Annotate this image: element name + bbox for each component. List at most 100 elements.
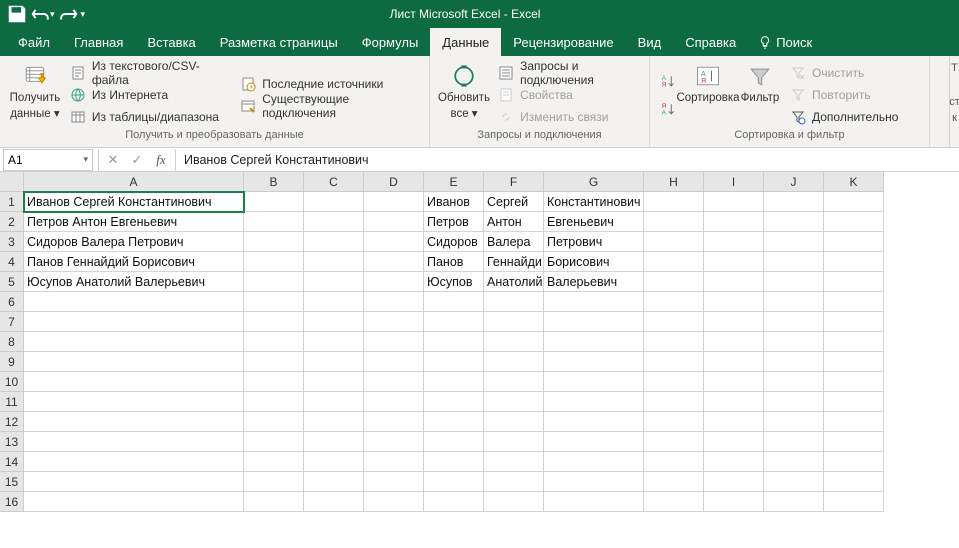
cell[interactable] (484, 452, 544, 472)
cell[interactable] (764, 252, 824, 272)
ribbon-tab-3[interactable]: Разметка страницы (208, 28, 350, 56)
cell[interactable] (824, 452, 884, 472)
cell[interactable] (704, 492, 764, 512)
cell[interactable] (704, 292, 764, 312)
cell[interactable] (824, 252, 884, 272)
cell[interactable] (364, 452, 424, 472)
row-header[interactable]: 1 (0, 192, 24, 212)
cell[interactable] (364, 472, 424, 492)
cell[interactable] (704, 312, 764, 332)
cell[interactable] (764, 332, 824, 352)
cell[interactable] (644, 452, 704, 472)
cell[interactable] (704, 392, 764, 412)
cell[interactable] (484, 432, 544, 452)
name-box[interactable]: A1 ▾ (3, 149, 93, 171)
cell[interactable] (764, 372, 824, 392)
cell[interactable] (364, 232, 424, 252)
cell[interactable] (704, 432, 764, 452)
cell[interactable] (824, 272, 884, 292)
cell[interactable] (764, 352, 824, 372)
cell[interactable]: Сидоров Валера Петрович (24, 232, 244, 252)
cell[interactable]: Евгеньевич (544, 212, 644, 232)
existing-connections-button[interactable]: Существующие подключения (238, 96, 421, 116)
formula-input[interactable] (178, 149, 959, 171)
undo-dropdown-icon[interactable]: ▾ (50, 9, 55, 20)
cell[interactable] (304, 472, 364, 492)
cell[interactable] (544, 292, 644, 312)
row-header[interactable]: 14 (0, 452, 24, 472)
cell[interactable] (244, 372, 304, 392)
cell[interactable] (644, 252, 704, 272)
cell[interactable]: Геннайди (484, 252, 544, 272)
cell[interactable]: Борисович (544, 252, 644, 272)
cell[interactable]: Петрович (544, 232, 644, 252)
cell[interactable] (704, 372, 764, 392)
cell[interactable] (764, 472, 824, 492)
cell[interactable] (764, 392, 824, 412)
cell[interactable] (764, 452, 824, 472)
cell[interactable] (244, 232, 304, 252)
cell[interactable] (764, 192, 824, 212)
cell[interactable] (24, 352, 244, 372)
from-table-range-button[interactable]: Из таблицы/диапазона (68, 107, 232, 127)
cell[interactable] (244, 332, 304, 352)
get-data-button[interactable]: Получить данные ▾ (8, 60, 62, 129)
cell[interactable] (244, 312, 304, 332)
cell[interactable] (24, 432, 244, 452)
cell[interactable] (484, 472, 544, 492)
cell[interactable] (304, 272, 364, 292)
column-header[interactable]: J (764, 172, 824, 192)
cell[interactable]: Валерьевич (544, 272, 644, 292)
cell[interactable] (704, 412, 764, 432)
cell[interactable] (544, 492, 644, 512)
cancel-formula-button[interactable]: ✕ (101, 149, 125, 171)
accept-formula-button[interactable]: ✓ (125, 149, 149, 171)
cell[interactable] (764, 432, 824, 452)
cell[interactable] (244, 212, 304, 232)
cell[interactable] (244, 352, 304, 372)
cell[interactable] (824, 432, 884, 452)
cell[interactable] (764, 272, 824, 292)
redo-button[interactable] (57, 3, 79, 25)
cell[interactable] (24, 332, 244, 352)
cell[interactable] (704, 452, 764, 472)
cell[interactable] (644, 372, 704, 392)
cell[interactable] (24, 392, 244, 412)
cell[interactable] (644, 312, 704, 332)
cell[interactable] (824, 472, 884, 492)
cell[interactable] (244, 432, 304, 452)
cell[interactable] (824, 372, 884, 392)
cell[interactable] (24, 472, 244, 492)
queries-connections-button[interactable]: Запросы и подключения (496, 63, 641, 83)
undo-button[interactable] (30, 3, 52, 25)
cell[interactable] (544, 312, 644, 332)
cell[interactable] (424, 312, 484, 332)
row-header[interactable]: 13 (0, 432, 24, 452)
filter-button[interactable]: Фильтр (738, 60, 782, 129)
recent-sources-button[interactable]: Последние источники (238, 74, 421, 94)
cell[interactable] (764, 492, 824, 512)
cell[interactable] (644, 232, 704, 252)
cell[interactable] (304, 252, 364, 272)
cell[interactable] (364, 432, 424, 452)
cell[interactable] (544, 392, 644, 412)
column-header[interactable]: C (304, 172, 364, 192)
column-header[interactable]: G (544, 172, 644, 192)
cell[interactable] (244, 272, 304, 292)
cell[interactable] (364, 192, 424, 212)
cell[interactable] (424, 392, 484, 412)
cell[interactable] (424, 452, 484, 472)
cell[interactable] (704, 192, 764, 212)
cell[interactable]: Панов (424, 252, 484, 272)
cell[interactable] (244, 452, 304, 472)
row-header[interactable]: 8 (0, 332, 24, 352)
cell[interactable] (244, 472, 304, 492)
cell[interactable] (304, 312, 364, 332)
cell[interactable] (644, 292, 704, 312)
cell[interactable] (244, 292, 304, 312)
cell[interactable] (704, 232, 764, 252)
cell[interactable] (424, 292, 484, 312)
qat-customize-icon[interactable]: ▾ (81, 9, 86, 20)
cell[interactable] (24, 372, 244, 392)
cell[interactable] (824, 412, 884, 432)
